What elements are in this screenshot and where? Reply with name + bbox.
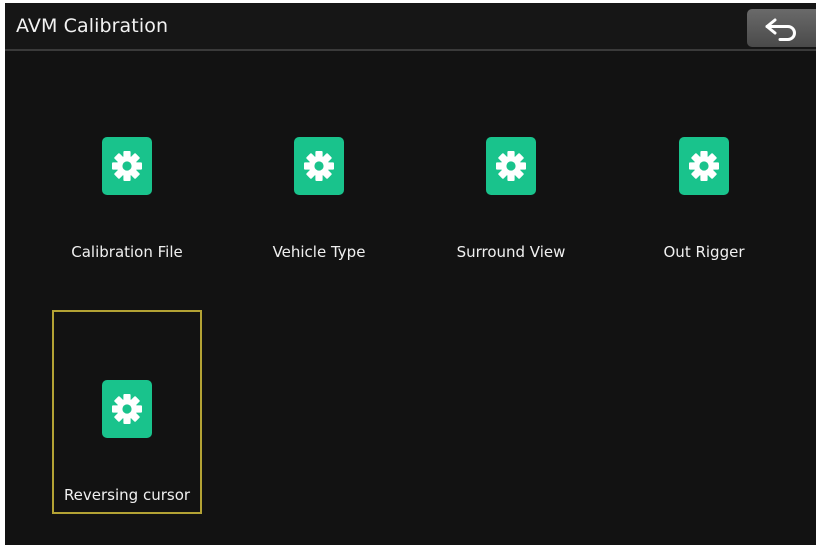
menu-tile-surround-view[interactable]: Surround View <box>436 67 586 271</box>
menu-tile-reversing-cursor[interactable]: Reversing cursor <box>52 310 202 514</box>
gear-icon <box>294 137 344 195</box>
menu-tile-out-rigger[interactable]: Out Rigger <box>629 67 779 271</box>
avm-calibration-screen: AVM Calibration Calibration File Vehicle… <box>5 3 816 545</box>
menu-tile-label: Out Rigger <box>663 243 745 261</box>
back-arrow-icon <box>761 15 803 41</box>
gear-icon <box>102 380 152 438</box>
menu-tile-calibration-file[interactable]: Calibration File <box>52 67 202 271</box>
back-button[interactable] <box>747 9 816 47</box>
header-bar: AVM Calibration <box>5 3 816 51</box>
menu-tile-vehicle-type[interactable]: Vehicle Type <box>244 67 394 271</box>
gear-icon <box>486 137 536 195</box>
page-title: AVM Calibration <box>16 15 169 37</box>
menu-tile-label: Vehicle Type <box>272 243 366 261</box>
menu-tile-label: Reversing cursor <box>63 486 191 504</box>
menu-tile-label: Calibration File <box>71 243 183 261</box>
menu-tile-label: Surround View <box>456 243 566 261</box>
gear-icon <box>679 137 729 195</box>
gear-icon <box>102 137 152 195</box>
